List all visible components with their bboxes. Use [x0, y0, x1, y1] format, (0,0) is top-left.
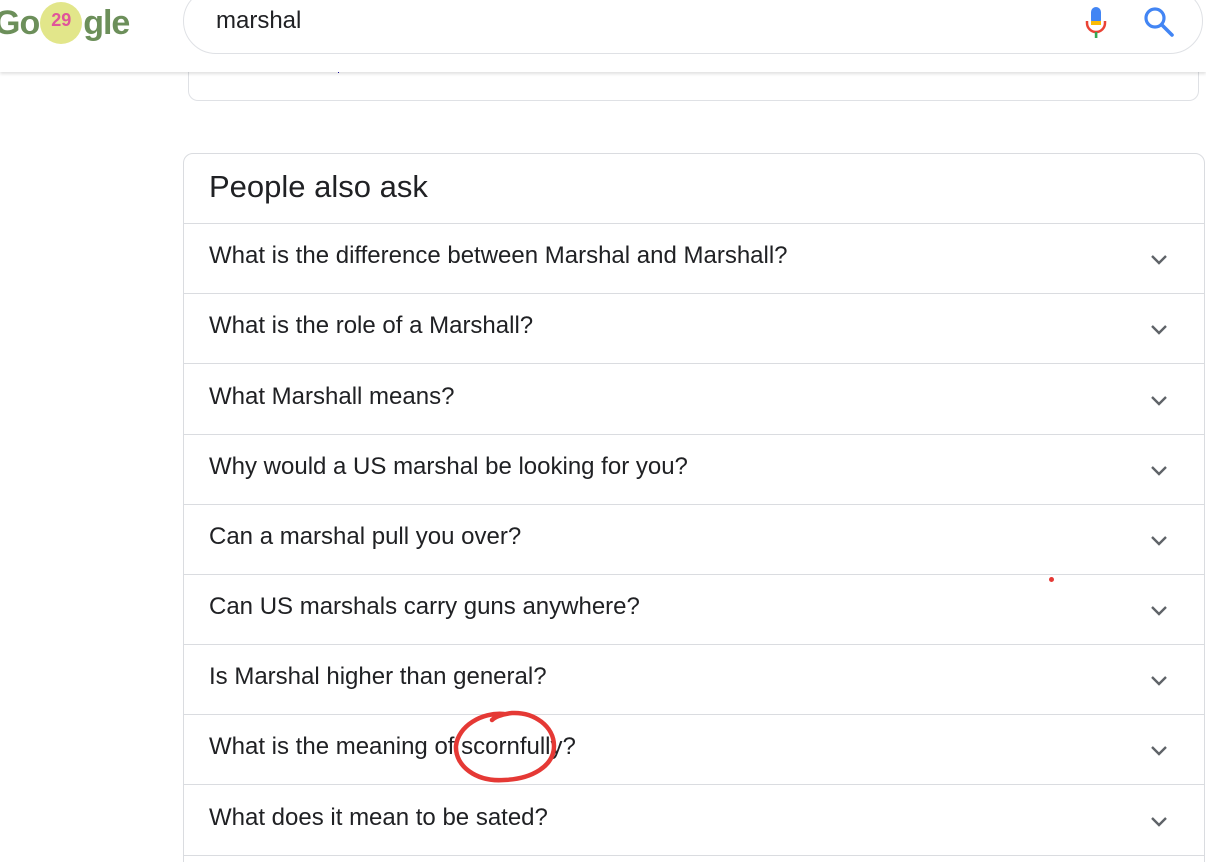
red-dot-annotation — [1049, 577, 1054, 582]
chevron-down-icon[interactable] — [1146, 738, 1172, 764]
question-row[interactable]: Can US marshals carry guns anywhere? — [184, 575, 1204, 645]
question-text: Can a marshal pull you over? — [209, 523, 522, 550]
question-row[interactable]: What does it mean to be sated? — [184, 786, 1204, 856]
question-row[interactable]: Can a marshal pull you over? — [184, 505, 1204, 575]
question-row[interactable]: What is the difference between Marshal a… — [184, 224, 1204, 294]
header: Go 29 gle marshal — [0, 0, 1206, 72]
question-row[interactable]: Is Marshal higher than general? — [184, 645, 1204, 715]
question-text: What Marshall means? — [209, 383, 455, 410]
question-row[interactable]: Why would a US marshal be looking for yo… — [184, 435, 1204, 505]
people-also-ask-panel: People also ask What is the difference b… — [183, 153, 1205, 862]
people-also-ask-title: People also ask — [209, 169, 428, 204]
search-box[interactable]: marshal — [183, 0, 1203, 54]
chevron-down-icon[interactable] — [1146, 317, 1172, 343]
question-text: Why would a US marshal be looking for yo… — [209, 453, 688, 480]
question-text: What is the difference between Marshal a… — [209, 242, 788, 269]
question-text: What is the role of a Marshall? — [209, 312, 534, 339]
chevron-down-icon[interactable] — [1146, 598, 1172, 624]
chevron-down-icon[interactable] — [1146, 247, 1172, 273]
search-input[interactable]: marshal — [216, 7, 301, 35]
chevron-down-icon[interactable] — [1146, 809, 1172, 835]
search-icon[interactable] — [1142, 5, 1176, 39]
doodle-number: 29 — [51, 10, 72, 30]
chevron-down-icon[interactable] — [1146, 668, 1172, 694]
question-row[interactable]: What Marshall means? — [184, 365, 1204, 435]
mic-icon[interactable] — [1082, 5, 1110, 45]
chevron-down-icon[interactable] — [1146, 528, 1172, 554]
chevron-down-icon[interactable] — [1146, 458, 1172, 484]
logo-right: gle — [83, 3, 130, 42]
search-results-page: Go 29 gle marshal People also ask What i… — [0, 0, 1206, 862]
question-text: Is Marshal higher than general? — [209, 663, 547, 690]
question-text: Can US marshals carry guns anywhere? — [209, 593, 640, 620]
doodle-badge: 29 — [40, 2, 83, 44]
google-doodle-logo[interactable]: Go 29 gle — [0, 2, 130, 44]
chevron-down-icon[interactable] — [1146, 388, 1172, 414]
question-text: What is the meaning of scornfully? — [209, 733, 576, 760]
question-row[interactable]: What is the meaning of scornfully? — [184, 715, 1204, 785]
question-row[interactable]: What is the role of a Marshall? — [184, 294, 1204, 364]
question-text: What does it mean to be sated? — [209, 804, 548, 831]
logo-left: Go — [0, 3, 40, 42]
